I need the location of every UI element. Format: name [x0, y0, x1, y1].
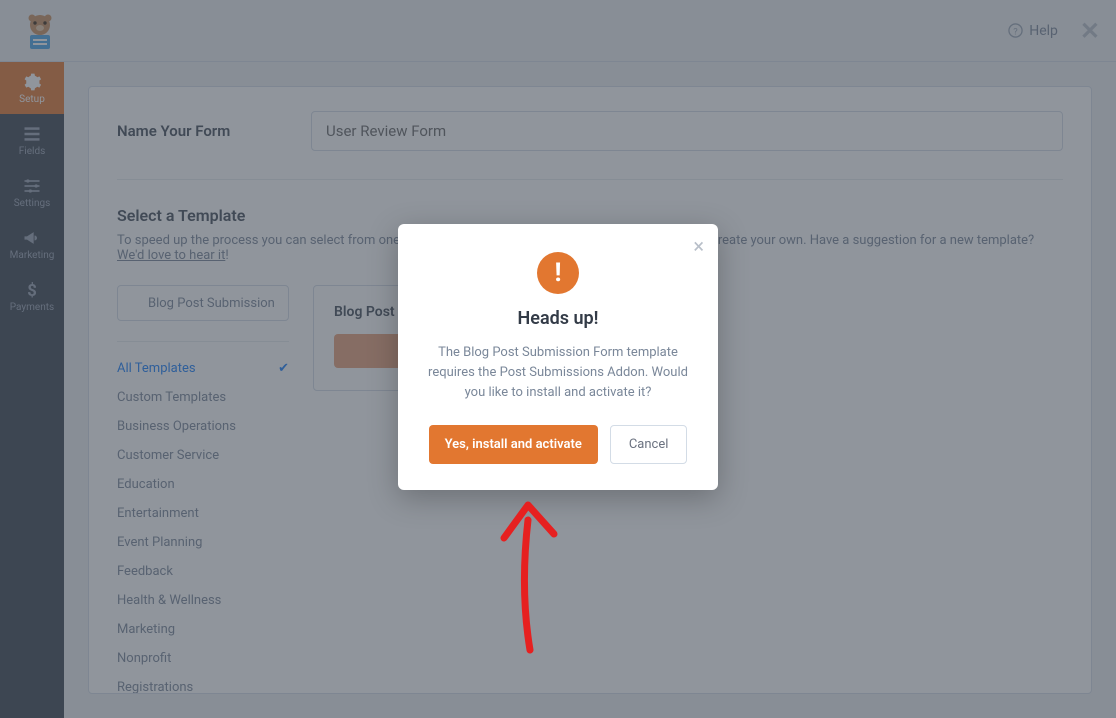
install-addon-modal: × ! Heads up! The Blog Post Submission F… — [398, 224, 718, 490]
modal-title: Heads up! — [424, 308, 692, 329]
modal-close-button[interactable]: × — [693, 234, 704, 258]
exclamation-icon: ! — [537, 252, 579, 294]
install-activate-button[interactable]: Yes, install and activate — [429, 425, 598, 464]
cancel-button[interactable]: Cancel — [610, 425, 688, 464]
modal-text: The Blog Post Submission Form template r… — [424, 343, 692, 403]
